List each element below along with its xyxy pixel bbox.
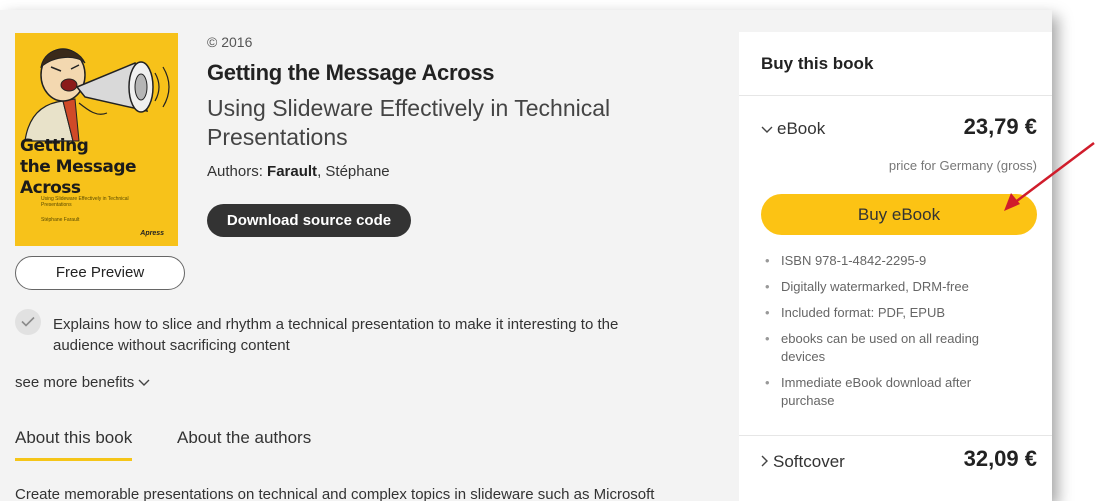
tab-about-this-book[interactable]: About this book [15,428,133,461]
copyright-year: © 2016 [207,34,253,50]
cover-illustration [24,48,170,142]
free-preview-button[interactable]: Free Preview [15,256,185,290]
book-description: Create memorable presentations on techni… [15,486,655,501]
page-frame: Getting the Message Across Using Slidewa… [0,10,1052,501]
feature-item: ebooks can be used on all reading device… [761,330,1021,366]
cover-title: Getting the Message Across [20,136,137,198]
buy-ebook-button[interactable]: Buy eBook [761,194,1037,235]
see-more-label: see more benefits [15,374,135,391]
book-authors: Authors: Farault, Stéphane [207,163,390,180]
author-name-rest: , Stéphane [317,163,390,180]
buy-panel-title: Buy this book [761,54,874,73]
book-title: Getting the Message Across [207,60,495,85]
author-link[interactable]: Farault [267,163,317,180]
chevron-down-icon [138,374,150,391]
feature-item: Immediate eBook download after purchase [761,374,1021,410]
softcover-label: Softcover [773,452,845,471]
check-icon [15,309,41,335]
softcover-option-toggle[interactable]: Softcover [761,452,845,472]
cover-subtitle: Using Slideware Effectively in Technical… [41,196,129,208]
softcover-price: 32,09 € [963,446,1037,471]
download-source-code-button[interactable]: Download source code [207,204,411,237]
tab-about-the-authors[interactable]: About the authors [177,428,311,448]
ebook-option-toggle[interactable]: eBook [761,119,825,139]
ebook-price: 23,79 € [963,114,1037,139]
cover-author: Stéphane Farault [41,217,80,223]
divider [739,95,1052,96]
benefit-item: Explains how to slice and rhythm a techn… [53,316,619,354]
price-note: price for Germany (gross) [888,158,1037,173]
ebook-label: eBook [777,119,826,138]
feature-item: Digitally watermarked, DRM-free [761,278,1021,296]
book-details: Getting the Message Across Using Slidewa… [0,10,730,501]
authors-label: Authors: [207,163,263,180]
chevron-right-icon [761,452,769,472]
ebook-features-list: ISBN 978-1-4842-2295-9 Digitally waterma… [761,252,1021,418]
buy-panel: Buy this book eBook 23,79 € price for Ge… [739,32,1052,501]
book-subtitle: Using Slideware Effectively in Technical… [207,95,611,150]
see-more-benefits-link[interactable]: see more benefits [15,374,150,391]
feature-item: Included format: PDF, EPUB [761,304,1021,322]
divider [739,435,1052,436]
book-cover[interactable]: Getting the Message Across Using Slidewa… [15,33,178,246]
feature-item: ISBN 978-1-4842-2295-9 [761,252,1021,270]
chevron-down-icon [761,119,773,139]
cover-publisher: Apress [140,230,164,237]
